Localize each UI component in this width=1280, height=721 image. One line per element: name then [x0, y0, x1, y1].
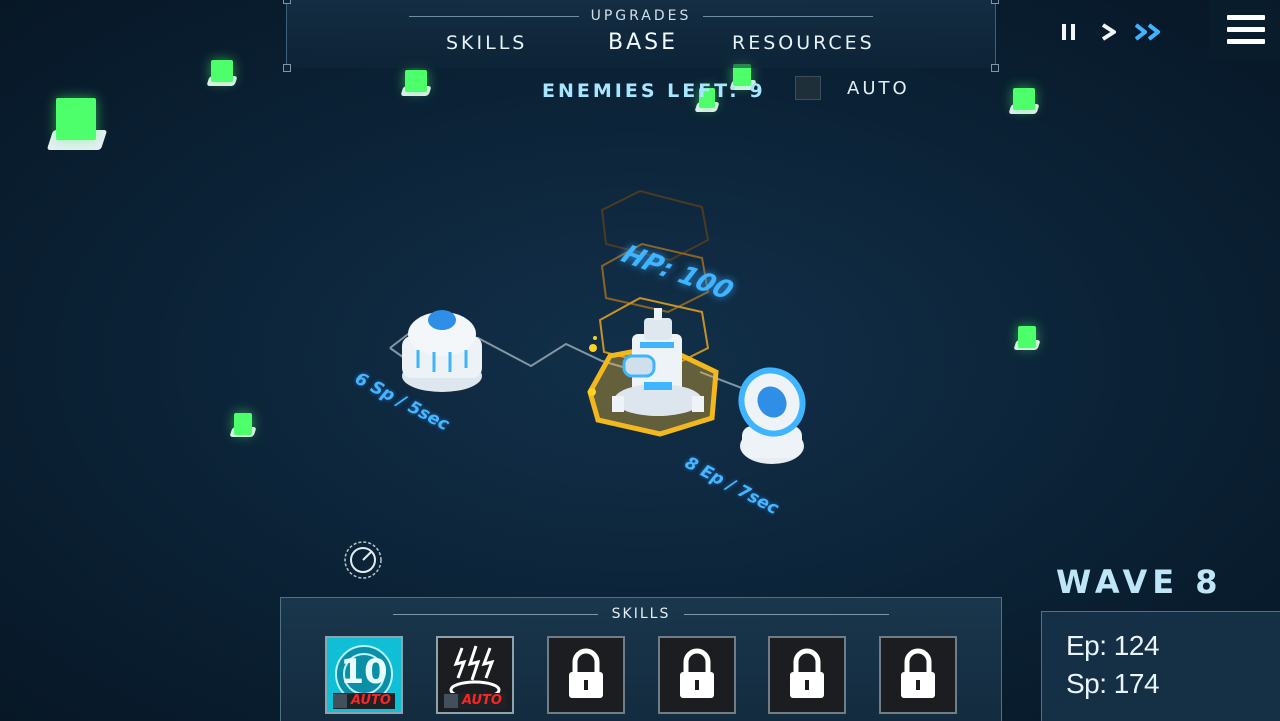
lock-icon [790, 648, 824, 698]
lock-icon [680, 648, 714, 698]
skills-title-text: SKILLS [611, 606, 671, 622]
skills-title: SKILLS [281, 606, 1001, 622]
auto-checkbox[interactable] [795, 76, 821, 100]
lock-icon [901, 648, 935, 698]
skill-slot-locked[interactable] [547, 636, 625, 714]
sp-counter: Sp: 174 [1066, 668, 1160, 699]
enemy-cube [1007, 86, 1041, 120]
upgrades-title: UPGRADES [287, 8, 995, 24]
upgrades-title-text: UPGRADES [590, 8, 692, 24]
sp-generator [402, 310, 482, 392]
tab-skills[interactable]: SKILLS [446, 32, 527, 54]
pause-icon [1062, 24, 1075, 40]
skill-slot-countdown[interactable]: 10 AUTO [325, 636, 403, 714]
wave-counter: WAVE 8 [1056, 563, 1223, 601]
enemy-cube [399, 68, 433, 102]
radar-icon [344, 541, 382, 579]
fast-forward-icon [1134, 23, 1160, 41]
skill-auto-label: AUTO [351, 693, 391, 708]
base-tower [612, 308, 704, 416]
base-hp-label: HP: 100 [616, 240, 739, 306]
skill-slot-locked[interactable] [658, 636, 736, 714]
skill-countdown-number: 10 [340, 652, 388, 692]
ep-counter: Ep: 124 [1066, 630, 1160, 661]
skill-slot-locked[interactable] [879, 636, 957, 714]
play-icon [1101, 23, 1116, 41]
skill-slot-locked[interactable] [768, 636, 846, 714]
radar-button[interactable] [343, 540, 383, 580]
ep-generator [738, 367, 806, 464]
play-button[interactable] [1099, 20, 1119, 50]
menu-button[interactable] [1209, 0, 1280, 60]
upgrades-panel: UPGRADES SKILLS BASE RESOURCES [283, 0, 999, 72]
skill-slot-lightning[interactable]: AUTO [436, 636, 514, 714]
skills-panel: SKILLS 10 AUTO AUTO [280, 597, 1002, 721]
enemy-cube [205, 58, 239, 92]
tab-resources[interactable]: RESOURCES [732, 32, 875, 54]
enemies-left-counter: ENEMIES LEFT: 9 [542, 80, 766, 102]
lock-icon [569, 648, 603, 698]
pause-button[interactable] [1060, 20, 1078, 50]
skill-auto-toggle[interactable]: AUTO [444, 693, 506, 709]
tab-base[interactable]: BASE [608, 30, 678, 55]
enemy-cube [228, 411, 258, 443]
auto-label: AUTO [847, 78, 910, 99]
enemy-cube [44, 96, 108, 160]
enemy-cube [1012, 324, 1042, 356]
fast-forward-button[interactable] [1133, 20, 1165, 50]
sp-rate-label: 6 Sp / 5sec [351, 368, 453, 436]
skill-auto-toggle[interactable]: AUTO [333, 693, 395, 709]
resources-panel: Ep: 124 Sp: 174 [1041, 611, 1280, 721]
skill-auto-label: AUTO [462, 693, 502, 708]
ep-rate-label: 8 Ep / 7sec [681, 452, 782, 520]
